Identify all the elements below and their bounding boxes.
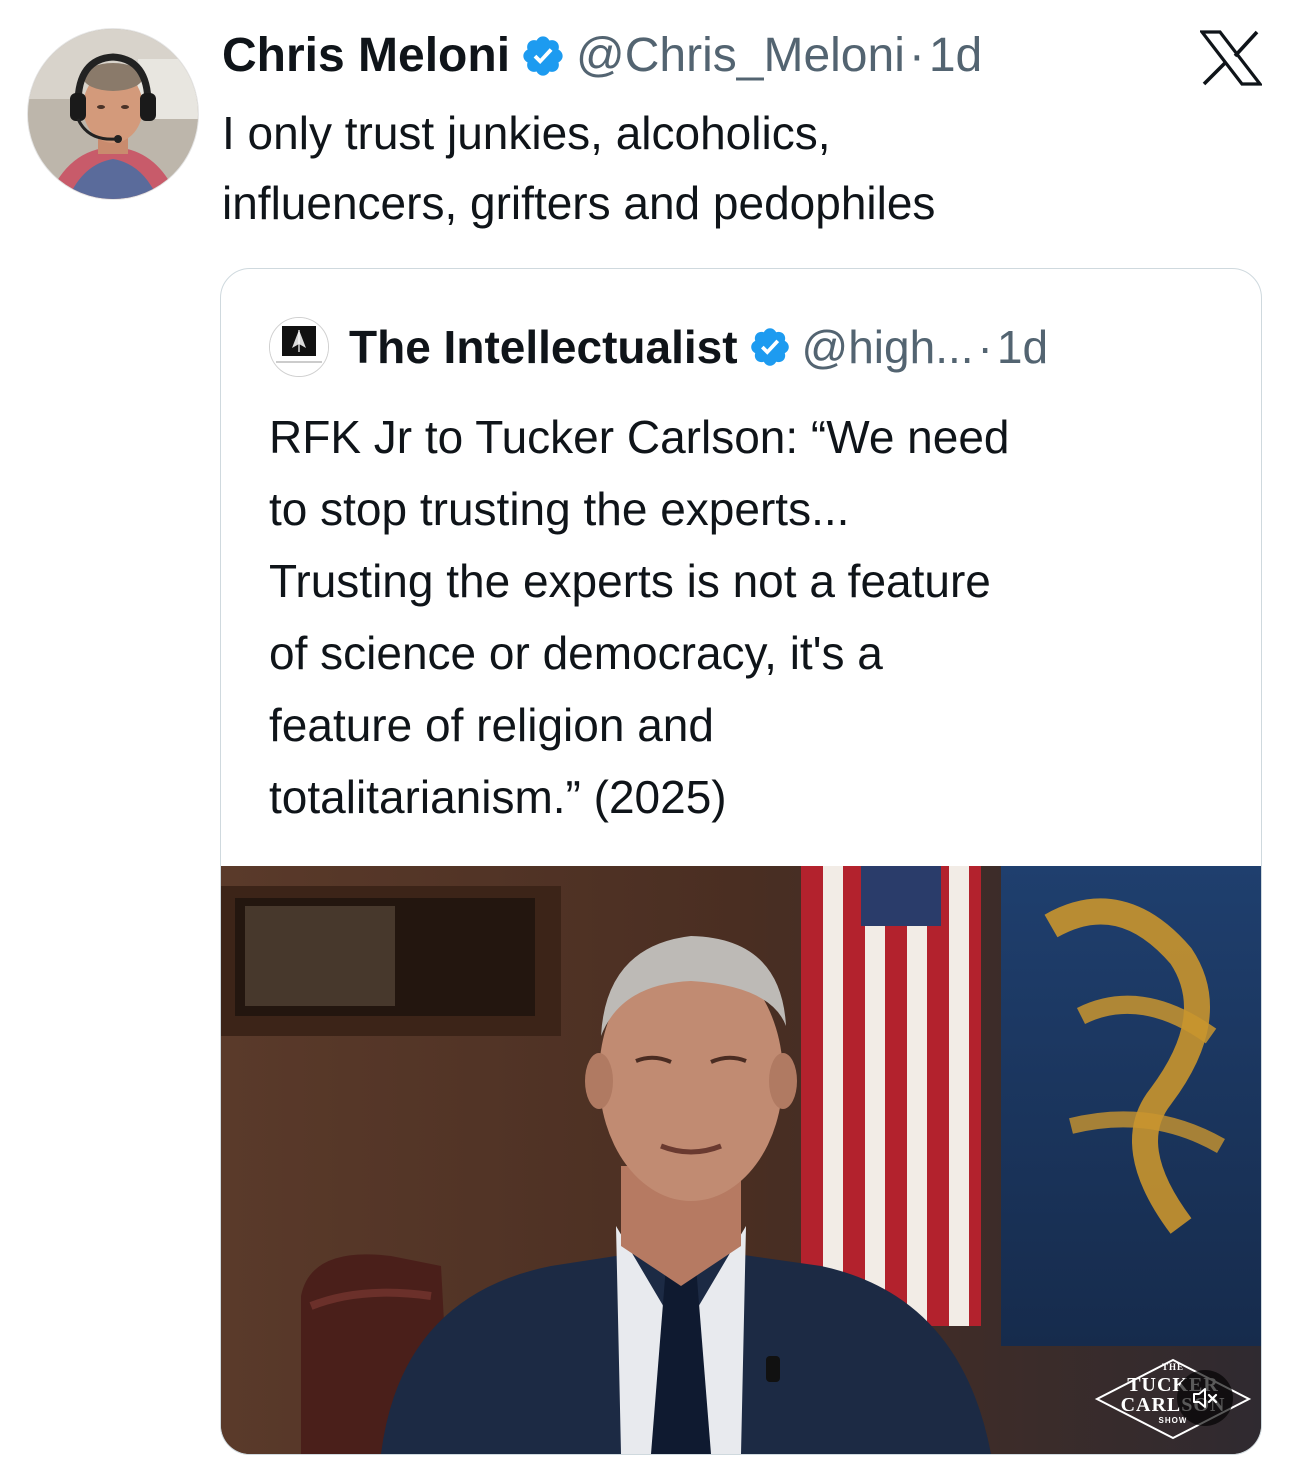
quoted-post-text: RFK Jr to Tucker Carlson: “We need to st… <box>269 401 1229 833</box>
author-handle[interactable]: @Chris_Meloni <box>576 24 905 88</box>
quoted-post-header: The Intellectualist @high... · 1d <box>269 317 1048 377</box>
post-header: Chris Meloni @Chris_Meloni · 1d <box>222 24 982 88</box>
author-name[interactable]: Chris Meloni <box>222 24 510 88</box>
quoted-text-line: RFK Jr to Tucker Carlson: “We need <box>269 411 1010 463</box>
speaker-muted-icon <box>1193 1388 1218 1408</box>
quoted-text-line: feature of religion and <box>269 699 714 751</box>
quoted-author-name[interactable]: The Intellectualist <box>349 319 738 375</box>
mute-button[interactable] <box>1177 1370 1233 1426</box>
verified-badge-icon <box>520 33 566 79</box>
quoted-text-line: totalitarianism.” (2025) <box>269 771 727 823</box>
watermark-line-4: SHOW <box>1158 1416 1188 1425</box>
quoted-text-line: Trusting the experts is not a feature <box>269 555 991 607</box>
post-text-line: I only trust junkies, alcoholics, <box>222 107 831 159</box>
quoted-text-line: of science or democracy, it's a <box>269 627 883 679</box>
author-avatar-image <box>28 29 198 199</box>
post-text-line: influencers, grifters and pedophiles <box>222 177 936 229</box>
watermark-line-1: THE <box>1161 1362 1184 1372</box>
post-timestamp[interactable]: 1d <box>929 24 982 88</box>
quoted-post-timestamp[interactable]: 1d <box>997 319 1048 375</box>
author-avatar[interactable] <box>27 28 199 200</box>
quoted-text-line: to stop trusting the experts... <box>269 483 850 535</box>
quoted-author-handle[interactable]: @high... <box>802 319 974 375</box>
quoted-video[interactable]: THE TUCKER CARLSON SHOW <box>221 866 1261 1454</box>
separator-dot: · <box>908 29 925 82</box>
quoted-post-card[interactable]: The Intellectualist @high... · 1d RFK Jr… <box>220 268 1262 1455</box>
x-logo-icon[interactable] <box>1200 30 1262 86</box>
quoted-author-avatar[interactable] <box>269 317 329 377</box>
quoted-separator-dot: · <box>977 321 993 373</box>
quoted-verified-badge-icon <box>748 325 792 369</box>
post-text: I only trust junkies, alcoholics, influe… <box>222 98 1222 238</box>
